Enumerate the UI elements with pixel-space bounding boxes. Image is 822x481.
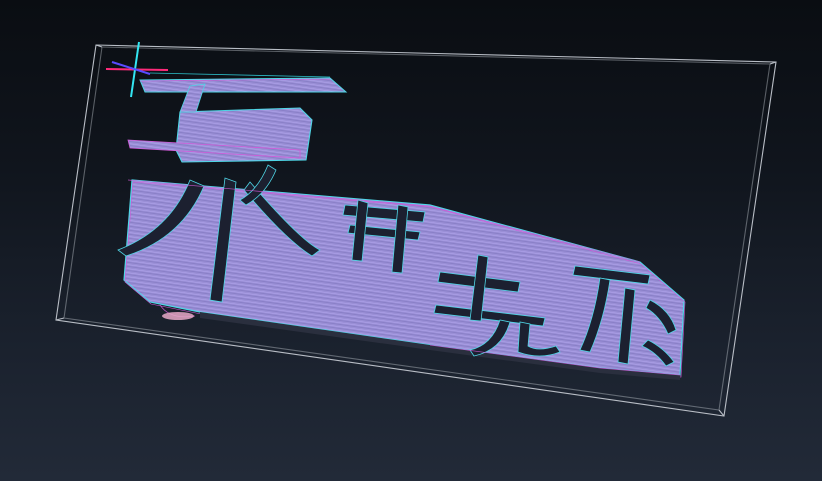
3d-viewport[interactable]	[0, 0, 822, 481]
z-axis-line	[111, 61, 151, 75]
relief-top-strokes	[127, 77, 348, 163]
toolpath-artifact	[162, 312, 194, 320]
toolpath-scene[interactable]	[0, 0, 822, 481]
